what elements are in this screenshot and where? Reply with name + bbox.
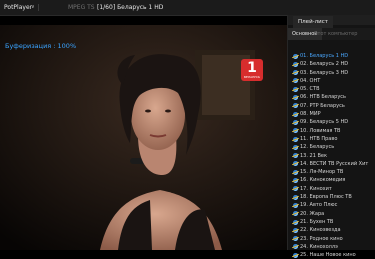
playlist-item-label: 18. Европа Плюс ТВ — [300, 194, 352, 201]
playlist-title[interactable]: Плей-лист — [293, 16, 333, 28]
playlist-tabs: Основной Этот компьютер — [288, 28, 375, 40]
video-area[interactable]: 1 БЕЛАРУСЬ Буферизация : 100% — [0, 25, 287, 250]
playlist-item-label: 02. Беларусь 2 HD — [300, 61, 349, 68]
ie-icon — [293, 161, 298, 167]
playlist-item[interactable]: 22. Кинозвезда — [288, 226, 375, 234]
playlist-item-label: 16. Кинокомедия — [300, 177, 346, 184]
playlist-item[interactable]: 12. Беларусь — [288, 143, 375, 151]
playlist-item[interactable]: 16. Кинокомедия — [288, 176, 375, 184]
ie-icon — [293, 53, 298, 59]
playlist-item[interactable]: 21. Бухен ТВ — [288, 218, 375, 226]
playlist-item-label: 03. Беларусь 3 HD — [300, 69, 349, 76]
playlist-item-label: 06. НТВ Беларусь — [300, 94, 346, 101]
playlist-item-label: 21. Бухен ТВ — [300, 218, 334, 225]
playlist-item[interactable]: 09. Беларусь 5 HD — [288, 118, 375, 126]
playlist-item[interactable]: 02. Беларусь 2 HD — [288, 60, 375, 68]
ie-icon — [293, 227, 298, 233]
now-playing-title: [1/60] Беларусь 1 HD — [97, 4, 164, 11]
playlist-item-label: 22. Кинозвезда — [300, 227, 341, 234]
playlist-item[interactable]: 18. Европа Плюс ТВ — [288, 193, 375, 201]
divider — [38, 4, 39, 11]
ie-icon — [293, 95, 298, 101]
ie-icon — [293, 86, 298, 92]
playlist-item[interactable]: 06. НТВ Беларусь — [288, 93, 375, 101]
buffering-status: Буферизация : 100% — [5, 42, 77, 50]
chevron-down-icon[interactable]: ∨ — [31, 0, 35, 15]
playlist-item-label: 09. Беларусь 5 HD — [300, 119, 349, 126]
ie-icon — [293, 236, 298, 242]
playlist-item[interactable]: 20. Жара — [288, 210, 375, 218]
ie-icon — [293, 211, 298, 217]
playlist-item[interactable]: 25. Наше Новое кино — [288, 251, 375, 259]
playlist-item[interactable]: 23. Родное кино — [288, 235, 375, 243]
title-bar: PotPlayer ∨ MPEG TS [1/60] Беларусь 1 HD — [0, 0, 375, 16]
playlist-item[interactable]: 13. 21 Век — [288, 152, 375, 160]
app-menu-button[interactable]: PotPlayer — [4, 0, 32, 15]
playlist-item[interactable]: 19. Авто Плюс — [288, 201, 375, 209]
ie-icon — [293, 111, 298, 117]
ie-icon — [293, 186, 298, 192]
ie-icon — [293, 252, 298, 258]
ie-icon — [293, 70, 298, 76]
playlist-item[interactable]: 01. Беларусь 1 HD — [288, 52, 375, 60]
playlist-item-label: 25. Наше Новое кино — [300, 252, 356, 259]
playlist-item[interactable]: 17. Кинохит — [288, 185, 375, 193]
playlist-item-label: 14. ВЕСТИ ТВ Русский Хит — [300, 160, 369, 167]
playlist-item[interactable]: 14. ВЕСТИ ТВ Русский Хит — [288, 160, 375, 168]
ie-icon — [293, 202, 298, 208]
ie-icon — [293, 61, 298, 67]
playlist-item-label: 01. Беларусь 1 HD — [300, 53, 349, 59]
playlist-item[interactable]: 11. НТВ Право — [288, 135, 375, 143]
playlist-item[interactable]: 07. РТР Беларусь — [288, 102, 375, 110]
tab-this-computer[interactable]: Этот компьютер — [314, 28, 357, 40]
playlist-item-label: 11. НТВ Право — [300, 135, 338, 142]
playlist-item[interactable]: 08. МИР — [288, 110, 375, 118]
playlist-item[interactable]: 10. Ловимая ТВ — [288, 127, 375, 135]
ie-icon — [293, 144, 298, 150]
playlist-item[interactable]: 05. СТВ — [288, 85, 375, 93]
playlist-item-label: 10. Ловимая ТВ — [300, 127, 341, 134]
playlist-item-label: 04. ОНТ — [300, 77, 321, 84]
ie-icon — [293, 194, 298, 200]
playlist-item-label: 17. Кинохит — [300, 185, 332, 192]
playlist-item[interactable]: 04. ОНТ — [288, 77, 375, 85]
playlist-item[interactable]: 15. Ля-Минор ТВ — [288, 168, 375, 176]
ie-icon — [293, 244, 298, 250]
playlist-item-label: 05. СТВ — [300, 86, 320, 93]
playlist-item-label: 19. Авто Плюс — [300, 202, 338, 209]
playlist-item[interactable]: 03. Беларусь 3 HD — [288, 69, 375, 77]
playlist-item-label: 23. Родное кино — [300, 235, 343, 242]
ie-icon — [293, 136, 298, 142]
ie-icon — [293, 119, 298, 125]
ie-icon — [293, 103, 298, 109]
channel-logo-text: БЕЛАРУСЬ — [243, 75, 261, 79]
ie-icon — [293, 178, 298, 184]
playlist-item-label: 07. РТР Беларусь — [300, 102, 345, 109]
codec-label: MPEG TS — [68, 4, 95, 11]
ie-icon — [293, 169, 298, 175]
playlist-item-label: 13. 21 Век — [300, 152, 328, 159]
playlist-item-label: 24. Кинохоллэ — [300, 243, 338, 250]
channel-logo: 1 БЕЛАРУСЬ — [241, 59, 263, 81]
ie-icon — [293, 78, 298, 84]
playlist-item-label: 20. Жара — [300, 210, 325, 217]
playlist-item-label: 12. Беларусь — [300, 144, 335, 151]
ie-icon — [293, 153, 298, 159]
playlist-panel: Плей-лист Основной Этот компьютер 01. Бе… — [287, 15, 375, 258]
playlist-item-label: 08. МИР — [300, 111, 321, 118]
playlist-item-label: 15. Ля-Минор ТВ — [300, 169, 344, 176]
ie-icon — [293, 128, 298, 134]
ie-icon — [293, 219, 298, 225]
channel-list: 01. Беларусь 1 HD 02. Беларусь 2 HD 03. Бе… — [288, 52, 375, 259]
